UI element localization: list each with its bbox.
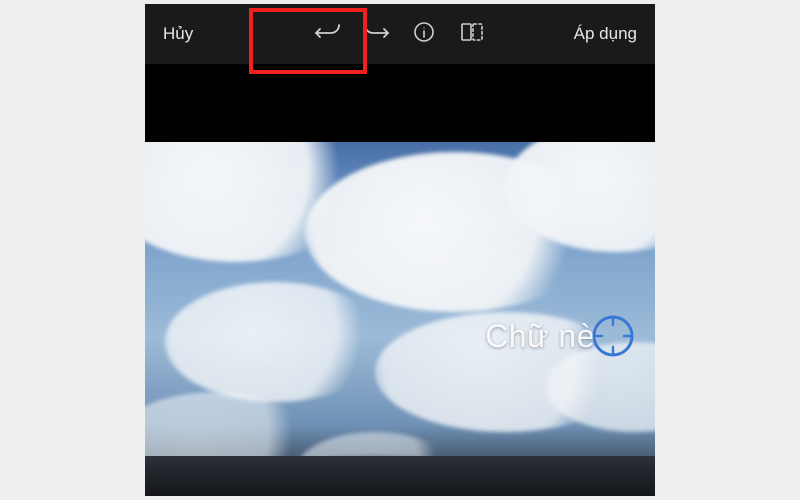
redo-icon — [361, 20, 391, 49]
reticle-icon — [589, 312, 637, 360]
target-reticle[interactable] — [589, 312, 637, 360]
apply-button[interactable]: Áp dụng — [574, 4, 637, 64]
undo-button[interactable] — [308, 14, 348, 54]
editor-panel: Hủy — [145, 4, 655, 496]
cancel-button[interactable]: Hủy — [163, 4, 193, 64]
photo-canvas[interactable]: Chữ nè — [145, 142, 655, 496]
ground-strip — [145, 456, 655, 496]
info-icon — [412, 20, 436, 49]
text-overlay[interactable]: Chữ nè — [485, 318, 595, 355]
compare-button[interactable] — [452, 14, 492, 54]
info-button[interactable] — [404, 14, 444, 54]
cloud — [165, 282, 385, 402]
cancel-label: Hủy — [163, 24, 193, 44]
apply-label: Áp dụng — [574, 24, 637, 44]
undo-icon — [313, 20, 343, 49]
toolbar-substrip — [145, 64, 655, 142]
top-toolbar: Hủy — [145, 4, 655, 64]
redo-button[interactable] — [356, 14, 396, 54]
split-compare-icon — [459, 20, 485, 49]
